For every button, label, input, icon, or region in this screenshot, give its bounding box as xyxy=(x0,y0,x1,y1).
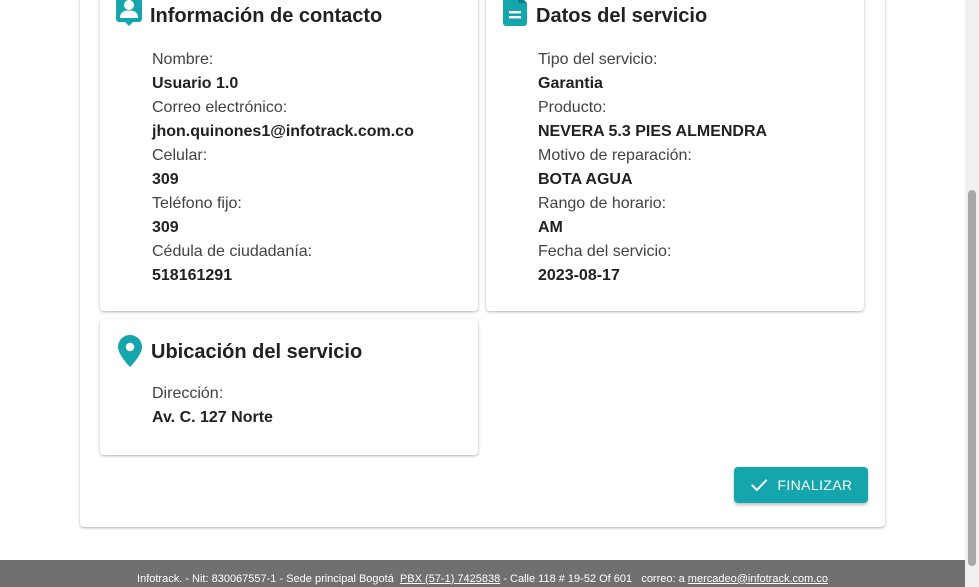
service-field-list: Tipo del servicio: Garantia Producto: NE… xyxy=(538,48,767,288)
service-date-label: Fecha del servicio: xyxy=(538,243,672,260)
landline-label: Teléfono fijo: xyxy=(152,195,242,212)
service-type-label: Tipo del servicio: xyxy=(538,51,658,68)
service-card-title: Datos del servicio xyxy=(536,5,708,27)
service-date-value: 2023-08-17 xyxy=(538,267,620,284)
footer-phone-link[interactable]: PBX (57-1) 7425838 xyxy=(400,573,500,585)
map-pin-icon xyxy=(118,335,142,367)
footer-company-info: Infotrack. - Nit: 830067557-1 - Sede pri… xyxy=(137,572,394,585)
product-label: Producto: xyxy=(538,99,607,116)
page: Información de contacto Nombre: Usuario … xyxy=(0,0,979,587)
finish-button-label: FINALIZAR xyxy=(777,477,853,493)
time-range-label: Rango de horario: xyxy=(538,195,667,212)
repair-reason-value: BOTA AGUA xyxy=(538,171,633,188)
address-value: Av. C. 127 Norte xyxy=(152,409,273,426)
landline-value: 309 xyxy=(152,219,179,236)
service-data-card: Datos del servicio Tipo del servicio: Ga… xyxy=(486,0,864,311)
mobile-label: Celular: xyxy=(152,147,208,164)
address-label: Dirección: xyxy=(152,385,224,402)
service-location-card: Ubicación del servicio Dirección: Av. C.… xyxy=(100,319,478,455)
contact-info-card: Información de contacto Nombre: Usuario … xyxy=(100,0,478,311)
location-card-title: Ubicación del servicio xyxy=(151,341,363,363)
contact-card-icon xyxy=(116,0,142,26)
service-type-value: Garantia xyxy=(538,75,603,92)
footer-address-info: - Calle 118 # 19-52 Of 601 correo: a xyxy=(503,572,685,585)
time-range-value: AM xyxy=(538,219,563,236)
repair-reason-label: Motivo de reparación: xyxy=(538,147,692,164)
finish-button[interactable]: FINALIZAR xyxy=(734,467,868,503)
contact-card-title: Información de contacto xyxy=(150,5,383,27)
mobile-value: 309 xyxy=(152,171,179,188)
name-value: Usuario 1.0 xyxy=(152,75,239,92)
vertical-scrollbar[interactable] xyxy=(965,0,979,587)
footer-email-link[interactable]: mercadeo@infotrack.com.co xyxy=(688,573,828,585)
check-icon xyxy=(751,479,768,491)
product-value: NEVERA 5.3 PIES ALMENDRA xyxy=(538,123,768,140)
scrollbar-thumb[interactable] xyxy=(968,190,976,566)
email-label: Correo electrónico: xyxy=(152,99,288,116)
id-number-value: 518161291 xyxy=(152,267,233,284)
name-label: Nombre: xyxy=(152,51,214,68)
location-field-list: Dirección: Av. C. 127 Norte xyxy=(152,382,273,430)
email-value: jhon.quinones1@infotrack.com.co xyxy=(152,123,414,140)
page-footer: Infotrack. - Nit: 830067557-1 - Sede pri… xyxy=(0,560,965,587)
contact-field-list: Nombre: Usuario 1.0 Correo electrónico: … xyxy=(152,48,414,288)
id-number-label: Cédula de ciudadanía: xyxy=(152,243,313,260)
document-icon xyxy=(503,0,527,26)
